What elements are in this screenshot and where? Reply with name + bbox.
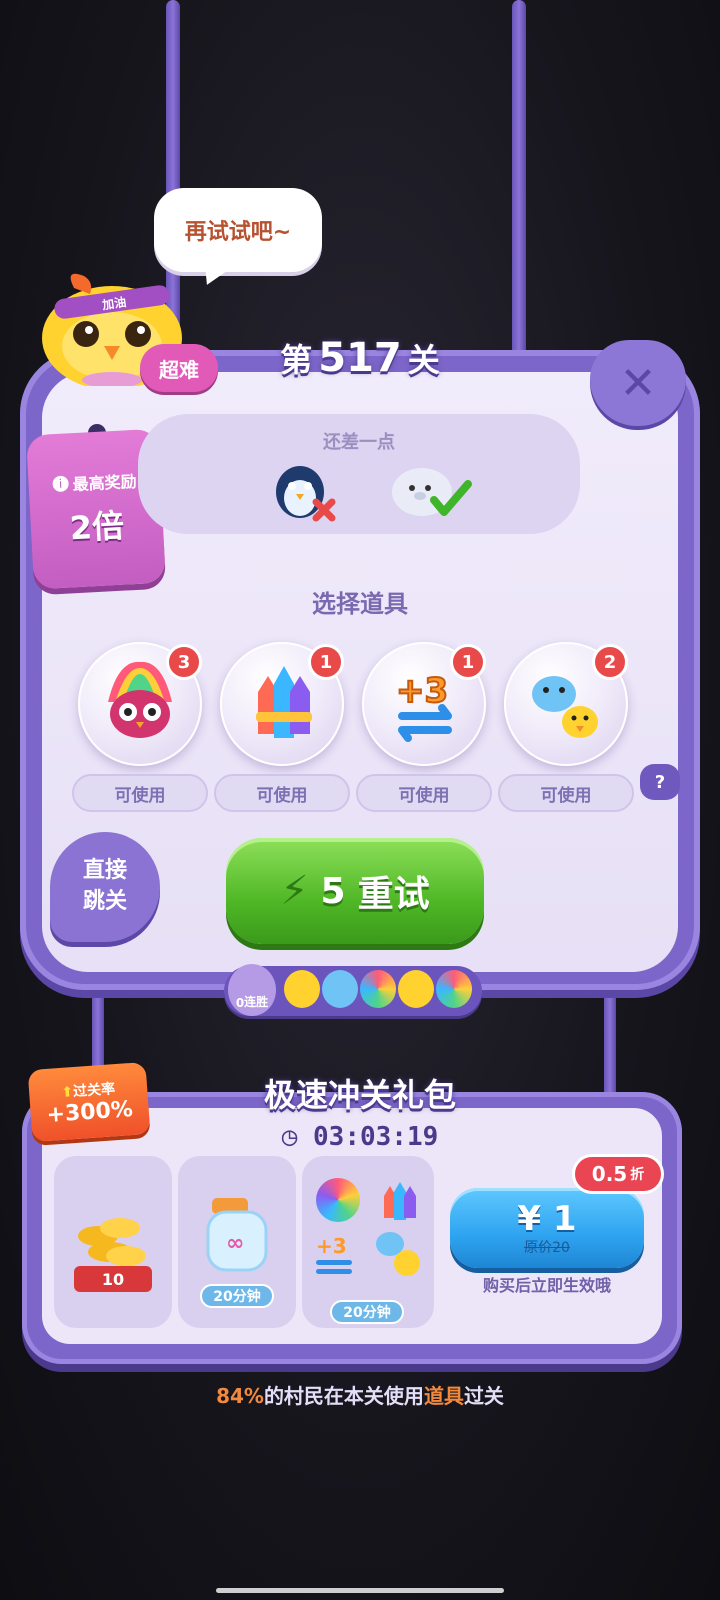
home-indicator[interactable]	[216, 1588, 504, 1593]
speech-bubble: 再试试吧~	[154, 188, 322, 272]
usage-stat-text: 84%的村民在本关使用道具过关	[0, 1380, 720, 1409]
penguin-goal-icon	[276, 466, 336, 522]
item-count-badge: 1	[308, 644, 344, 680]
bottle-duration: 20分钟	[200, 1284, 274, 1308]
item-slot-plus-three[interactable]: +3 1	[362, 642, 486, 766]
usage-highlight: 道具	[423, 1384, 464, 1408]
gift-pack-timer: ◷ 03:03:19	[260, 1122, 460, 1152]
streak-owl-icon	[436, 970, 472, 1008]
item-use-button-4[interactable]: 可使用	[498, 774, 634, 812]
seal-goal-icon	[392, 468, 472, 516]
usage-text-2: 过关	[463, 1384, 504, 1408]
help-icon: ?	[654, 771, 666, 793]
skip-label-line1: 直接	[82, 858, 127, 884]
gift-pack-price: ¥ 1	[517, 1199, 577, 1239]
max-reward-value: 2倍	[68, 506, 126, 548]
item-slot-rocket[interactable]: 1	[220, 642, 344, 766]
help-button[interactable]: ?	[640, 764, 680, 800]
buy-gift-pack-button[interactable]: ¥ 1 原价20	[450, 1188, 644, 1268]
close-icon: ✕	[619, 357, 657, 409]
gift-pack-title: 极速冲关礼包	[263, 1076, 456, 1114]
level-suffix: 关	[407, 341, 440, 379]
item-count-badge: 1	[450, 644, 486, 680]
gift-slot-bottle: ∞ 20分钟	[178, 1156, 296, 1328]
level-prefix: 第	[280, 341, 313, 379]
choose-items-title: 选择道具	[312, 590, 408, 618]
rocket-icon	[376, 1178, 420, 1222]
info-icon: i	[52, 475, 70, 493]
streak-count: 0	[235, 996, 245, 1010]
retry-button[interactable]: ⚡ 5 重试	[226, 838, 484, 944]
right-lower-rope	[604, 990, 616, 1100]
pass-rate-value: +300%	[45, 1096, 134, 1128]
item-use-button-3[interactable]: 可使用	[356, 774, 492, 812]
plus-three-text: +3	[316, 1234, 347, 1258]
hippo-chick-icon	[376, 1232, 420, 1280]
purchase-note: 购买后立即生效哦	[482, 1276, 611, 1295]
clock-icon: ◷	[281, 1122, 298, 1152]
usage-text-1: 的村民在本关使用	[263, 1384, 424, 1408]
skip-level-button[interactable]: 直接 跳关	[50, 832, 160, 942]
gold-coins-icon	[74, 1218, 152, 1292]
item-slot-rainbow-owl[interactable]: 3	[78, 642, 202, 766]
gift-slot-coins: 10	[54, 1156, 172, 1328]
streak-chick-icon	[284, 970, 320, 1008]
gift-pack-original-price: 原价20	[524, 1240, 570, 1256]
svg-text:∞: ∞	[226, 1231, 244, 1256]
item-use-button-1[interactable]: 可使用	[72, 774, 208, 812]
discount-unit: 折	[630, 1167, 645, 1183]
rainbow-owl-icon	[316, 1178, 360, 1222]
retry-cost: 5	[320, 870, 346, 912]
pass-rate-tag: ⬆过关率 +300%	[27, 1061, 151, 1143]
difficulty-badge: 超难	[140, 344, 218, 392]
item-count-badge: 3	[166, 644, 202, 680]
streak-label: 连胜	[244, 995, 269, 1009]
streak-chick-icon	[398, 970, 434, 1008]
difficulty-label: 超难	[159, 357, 199, 382]
max-reward-label: 最高奖励	[72, 471, 138, 495]
right-rope	[512, 0, 526, 360]
win-streak-icon: 0 连胜	[228, 964, 276, 1016]
skip-label-line2: 跳关	[82, 889, 127, 914]
retry-label: 重试	[357, 874, 430, 915]
item-use-button-2[interactable]: 可使用	[214, 774, 350, 812]
streak-owl-icon	[360, 970, 396, 1008]
plus-three-moves-icon: +3	[316, 1234, 364, 1278]
streak-hippo-icon	[322, 970, 358, 1008]
discount-value: 0.5	[591, 1162, 628, 1186]
level-title: 第 517 关	[260, 326, 460, 390]
speech-text: 再试试吧~	[184, 220, 292, 245]
discount-badge: 0.5 折	[572, 1154, 664, 1194]
item-slot-hippo-chick[interactable]: 2	[504, 642, 628, 766]
level-number: 517	[318, 335, 402, 381]
items-duration: 20分钟	[330, 1300, 404, 1324]
timer-value: 03:03:19	[313, 1122, 439, 1152]
energy-bolt-icon: ⚡	[280, 868, 309, 914]
coins-amount: 10	[101, 1270, 125, 1289]
usage-percent: 84%	[216, 1384, 264, 1408]
almost-goal-title: 还差一点	[323, 432, 395, 453]
gift-slot-items: +3 20分钟	[302, 1156, 434, 1328]
item-count-badge: 2	[592, 644, 628, 680]
